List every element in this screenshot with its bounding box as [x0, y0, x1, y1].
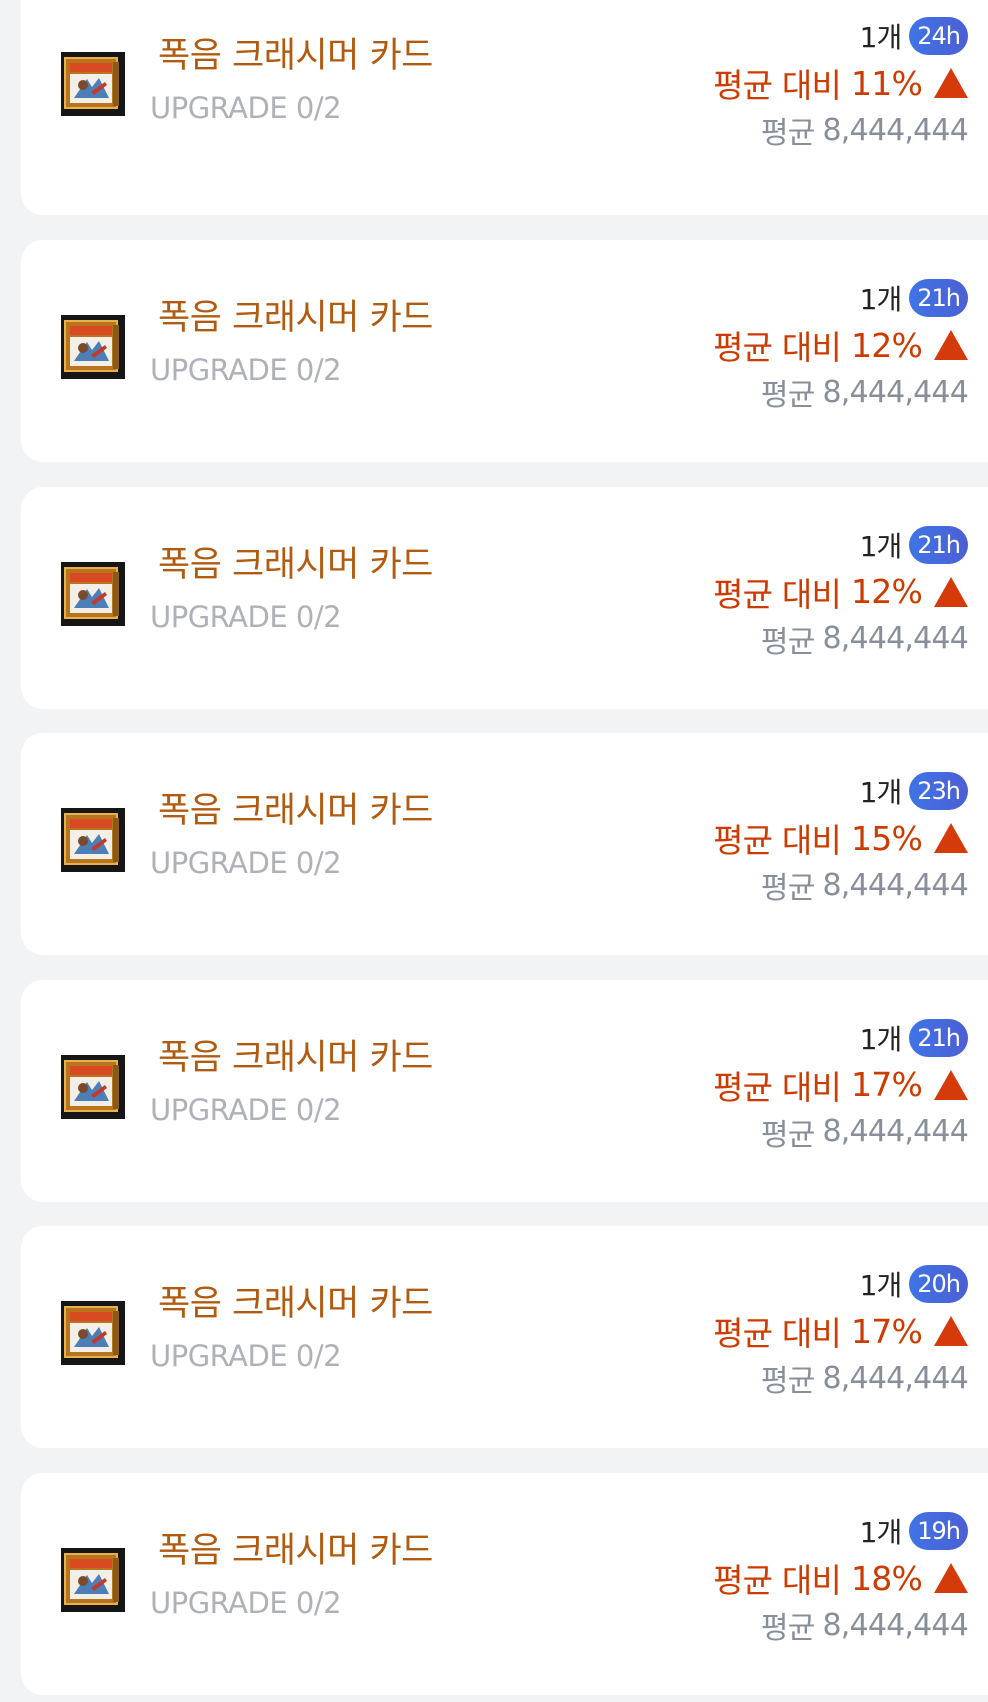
quantity-label: 1개 [859, 1269, 903, 1303]
item-upgrade-status: UPGRADE 0/2 [150, 846, 342, 881]
average-price: 평균 8,444,444 [568, 617, 969, 661]
average-label: 평균 [760, 378, 815, 413]
quantity-label: 1개 [859, 1516, 903, 1549]
item-name: 폭음 크래시머 카드 [158, 544, 433, 585]
card-item-icon [61, 1054, 125, 1119]
card-item-icon [61, 52, 125, 116]
average-value: 8,444,444 [822, 621, 969, 657]
item-upgrade-status: UPGRADE 0/2 [150, 599, 342, 634]
listing-price-info: 1개 21h 평균 대비 12% 평균 8,444,444 [568, 278, 969, 414]
time-left-badge: 23h [909, 772, 968, 811]
listing-card[interactable]: 폭음 크래시머 카드 UPGRADE 0/2 1개 21h 평균 대비 12% … [21, 486, 988, 709]
listing-price-info: 1개 21h 평균 대비 17% 평균 8,444,444 [568, 1018, 969, 1154]
compare-label: 평균 대비 [713, 1314, 842, 1354]
average-price: 평균 8,444,444 [568, 1603, 969, 1647]
up-triangle-icon [934, 576, 968, 607]
item-name: 폭음 크래시머 카드 [158, 1531, 433, 1571]
up-triangle-icon [934, 1563, 968, 1593]
average-price: 평균 8,444,444 [568, 1356, 969, 1400]
price-compare: 평균 대비 18% [568, 1555, 968, 1601]
price-compare: 평균 대비 12% [568, 322, 968, 368]
compare-label: 평균 대비 [713, 1561, 842, 1600]
listing-price-info: 1개 24h 평균 대비 11% 평균 8,444,444 [568, 16, 969, 152]
quantity-label: 1개 [859, 529, 903, 563]
time-left-badge: 24h [909, 17, 968, 55]
compare-percent: 15% [851, 818, 923, 858]
average-label: 평균 [760, 624, 815, 660]
listing-card[interactable]: 폭음 크래시머 카드 UPGRADE 0/2 1개 19h 평균 대비 18% … [21, 1473, 988, 1695]
average-label: 평균 [760, 871, 815, 907]
card-item-icon [61, 1301, 125, 1366]
up-triangle-icon [934, 823, 968, 854]
compare-percent: 18% [851, 1558, 923, 1598]
compare-percent: 12% [851, 325, 923, 365]
listing-price-info: 1개 19h 평균 대비 18% 평균 8,444,444 [568, 1511, 969, 1647]
compare-label: 평균 대비 [713, 574, 842, 614]
average-value: 8,444,444 [822, 374, 969, 410]
compare-percent: 17% [851, 1065, 923, 1105]
quantity-label: 1개 [859, 283, 903, 316]
price-compare: 평균 대비 17% [568, 1308, 968, 1354]
compare-label: 평균 대비 [713, 66, 842, 105]
average-value: 8,444,444 [822, 1360, 969, 1396]
up-triangle-icon [934, 1316, 968, 1347]
card-item-icon [61, 808, 125, 873]
item-upgrade-status: UPGRADE 0/2 [150, 1586, 342, 1620]
quantity-label: 1개 [859, 21, 903, 54]
item-name: 폭음 크래시머 카드 [158, 36, 433, 76]
up-triangle-icon [934, 330, 968, 360]
average-price: 평균 8,444,444 [568, 863, 969, 907]
average-label: 평균 [760, 1364, 815, 1400]
listing-price-info: 1개 21h 평균 대비 12% 평균 8,444,444 [568, 525, 969, 661]
average-price: 평균 8,444,444 [568, 370, 969, 414]
quantity-label: 1개 [859, 776, 903, 810]
item-upgrade-status: UPGRADE 0/2 [150, 1092, 342, 1127]
listing-card[interactable]: 폭음 크래시머 카드 UPGRADE 0/2 1개 24h 평균 대비 11% … [21, 0, 988, 215]
average-label: 평균 [760, 1117, 815, 1153]
listing-card[interactable]: 폭음 크래시머 카드 UPGRADE 0/2 1개 21h 평균 대비 12% … [21, 240, 988, 462]
listing-card[interactable]: 폭음 크래시머 카드 UPGRADE 0/2 1개 21h 평균 대비 17% … [21, 979, 988, 1202]
compare-label: 평균 대비 [713, 1067, 842, 1107]
card-item-icon [61, 1548, 125, 1612]
compare-percent: 11% [851, 63, 923, 103]
listing-price-info: 1개 20h 평균 대비 17% 평균 8,444,444 [568, 1264, 969, 1400]
time-left-badge: 21h [909, 1018, 968, 1057]
average-label: 평균 [760, 1611, 815, 1646]
up-triangle-icon [934, 1069, 968, 1100]
time-left-badge: 19h [909, 1512, 968, 1550]
price-compare: 평균 대비 11% [568, 60, 968, 106]
listing-card[interactable]: 폭음 크래시머 카드 UPGRADE 0/2 1개 20h 평균 대비 17% … [21, 1226, 988, 1449]
average-value: 8,444,444 [822, 1607, 969, 1643]
average-price: 평균 8,444,444 [568, 108, 969, 152]
time-left-badge: 20h [909, 1265, 968, 1304]
item-name: 폭음 크래시머 카드 [158, 1284, 433, 1325]
card-item-icon [61, 561, 125, 626]
item-name: 폭음 크래시머 카드 [158, 1037, 433, 1078]
time-left-badge: 21h [909, 279, 968, 317]
up-triangle-icon [934, 68, 968, 98]
price-compare: 평균 대비 15% [568, 815, 968, 861]
item-name: 폭음 크래시머 카드 [158, 791, 433, 832]
average-value: 8,444,444 [822, 867, 969, 903]
compare-label: 평균 대비 [713, 821, 842, 861]
listing-card[interactable]: 폭음 크래시머 카드 UPGRADE 0/2 1개 23h 평균 대비 15% … [21, 733, 988, 956]
listing-price-info: 1개 23h 평균 대비 15% 평균 8,444,444 [568, 771, 969, 907]
compare-percent: 17% [851, 1311, 923, 1351]
compare-label: 평균 대비 [713, 328, 842, 367]
item-upgrade-status: UPGRADE 0/2 [150, 1339, 342, 1374]
price-compare: 평균 대비 17% [568, 1062, 968, 1108]
compare-percent: 12% [851, 572, 923, 612]
item-upgrade-status: UPGRADE 0/2 [150, 91, 342, 125]
card-item-icon [61, 315, 125, 379]
item-name: 폭음 크래시머 카드 [158, 298, 433, 338]
average-price: 평균 8,444,444 [568, 1110, 969, 1154]
quantity-label: 1개 [859, 1022, 903, 1056]
average-value: 8,444,444 [822, 112, 969, 148]
time-left-badge: 21h [909, 525, 968, 564]
average-value: 8,444,444 [822, 1114, 969, 1150]
average-label: 평균 [760, 116, 815, 151]
price-compare: 평균 대비 12% [568, 569, 968, 615]
item-upgrade-status: UPGRADE 0/2 [150, 353, 342, 387]
